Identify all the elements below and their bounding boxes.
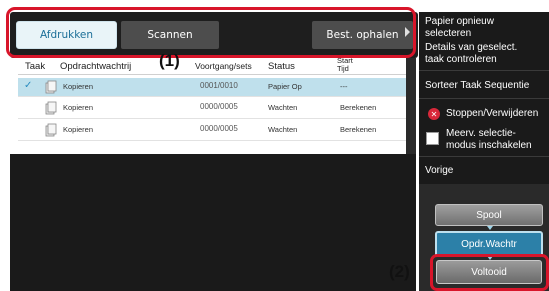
menu-item-multi-select-1[interactable]: Meerv. selectie-: [446, 128, 516, 140]
menu-item-multi-select-2[interactable]: modus inschakelen: [446, 140, 532, 152]
menu-item-back[interactable]: Vorige: [425, 165, 453, 177]
row-progress: 0000/0005: [200, 102, 238, 111]
expand-chevron-icon[interactable]: ✓: [24, 80, 32, 91]
job-list: Taak Opdrachtwachtrij Voortgang/sets Sta…: [10, 57, 416, 151]
menu-item-check-details-1[interactable]: Details van geselect.: [425, 42, 517, 54]
arrow-down-icon: [487, 226, 493, 230]
document-icon: [45, 123, 57, 137]
row-job-name: Kopieren: [63, 103, 94, 112]
highlight-frame-tabs: [6, 7, 416, 58]
multi-select-checkbox[interactable]: [426, 132, 439, 145]
row-status: Wachten: [268, 103, 298, 112]
context-menu: Papier opnieuw selecteren Details van ge…: [419, 12, 549, 184]
row-job-name: Kopieren: [63, 125, 94, 134]
menu-item-check-details-2[interactable]: taak controleren: [425, 54, 497, 66]
row-divider: [18, 96, 416, 97]
table-row[interactable]: Kopieren 0000/0005 Wachten Berekenen: [18, 121, 416, 139]
row-status: Papier Op: [268, 82, 302, 91]
menu-item-reselect-paper-2[interactable]: selecteren: [425, 28, 471, 40]
menu-item-stop-delete[interactable]: Stoppen/Verwijderen: [446, 108, 538, 120]
table-row[interactable]: Kopieren 0000/0005 Wachten Berekenen: [18, 99, 416, 117]
menu-divider: [419, 98, 549, 99]
row-start-time: ---: [340, 82, 348, 91]
row-divider: [18, 140, 416, 141]
screen: Afdrukken Scannen Best. ophalen Taak Opd…: [0, 0, 549, 291]
row-start-time: Berekenen: [340, 103, 377, 112]
row-divider: [18, 118, 416, 119]
menu-item-sort-sequence[interactable]: Sorteer Taak Sequentie: [425, 80, 529, 92]
document-icon: [45, 101, 57, 115]
table-row[interactable]: ✓ Kopieren 0001/0010 Papier Op ---: [18, 78, 416, 96]
header-divider: [18, 74, 416, 75]
row-progress: 0000/0005: [200, 124, 238, 133]
row-progress: 0001/0010: [200, 81, 238, 90]
annotation-label-2: (2): [389, 262, 410, 281]
done-button[interactable]: Voltooid: [436, 260, 542, 284]
menu-item-reselect-paper-1[interactable]: Papier opnieuw: [425, 16, 494, 28]
menu-divider: [419, 156, 549, 157]
list-scrollbar[interactable]: [406, 58, 416, 154]
annotation-label-1: (1): [159, 51, 180, 70]
row-status: Wachten: [268, 125, 298, 134]
bottom-panel: [10, 154, 416, 291]
row-start-time: Berekenen: [340, 125, 377, 134]
menu-divider: [419, 70, 549, 71]
stop-delete-icon: ✕: [428, 108, 440, 120]
row-job-name: Kopieren: [63, 82, 94, 91]
document-icon: [45, 80, 57, 94]
spool-button[interactable]: Spool: [435, 204, 543, 226]
